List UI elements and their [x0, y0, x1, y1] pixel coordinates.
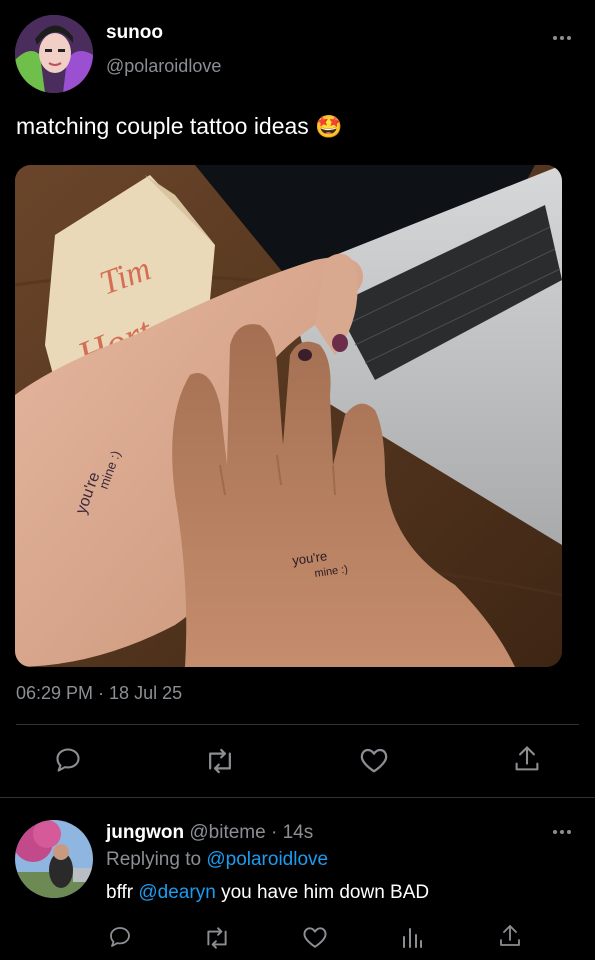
retweet-icon[interactable]	[204, 747, 236, 775]
tweet-timestamp[interactable]: 06:29 PM · 18 Jul 25	[16, 683, 182, 704]
share-icon[interactable]	[498, 923, 522, 949]
tweet-image[interactable]: Tim Hort you're mine :) you're mine :)	[15, 165, 562, 667]
retweet-icon[interactable]	[203, 926, 231, 950]
heart-icon[interactable]	[359, 746, 389, 774]
more-dots-icon[interactable]	[552, 828, 572, 836]
reply-age: · 14s	[270, 822, 314, 843]
replying-to-prefix: Replying to	[106, 849, 202, 870]
reply-avatar-photo	[15, 820, 93, 898]
photo-hands-tattoo: Tim Hort you're mine :) you're mine :)	[15, 165, 562, 667]
author-name[interactable]: sunoo	[106, 22, 163, 44]
heart-icon[interactable]	[302, 925, 328, 949]
reply-bubble-icon[interactable]	[54, 746, 82, 774]
reply-author-handle[interactable]: @biteme	[189, 822, 265, 843]
replying-to-handle[interactable]: @polaroidlove	[206, 849, 328, 870]
reply-author-name[interactable]: jungwon	[106, 822, 184, 843]
views-bars-icon[interactable]	[401, 925, 423, 949]
avatar-photo	[15, 15, 93, 93]
author-avatar[interactable]	[15, 15, 93, 93]
divider	[0, 797, 595, 798]
reply-header: jungwon @biteme · 14s	[106, 822, 313, 844]
divider	[16, 724, 579, 725]
reply-avatar[interactable]	[15, 820, 93, 898]
tweet-body: matching couple tattoo ideas	[16, 113, 309, 139]
replying-to-line: Replying to @polaroidlove	[106, 849, 328, 871]
star-struck-emoji: 🤩	[315, 114, 343, 139]
more-dots-icon[interactable]	[552, 34, 572, 42]
reply-text-start: bffr	[106, 882, 134, 903]
reply-mention[interactable]: @dearyn	[138, 882, 215, 903]
reply-bubble-icon[interactable]	[108, 925, 132, 949]
share-icon[interactable]	[513, 744, 541, 774]
author-handle[interactable]: @polaroidlove	[106, 56, 221, 77]
reply-text-end: you have him down BAD	[221, 882, 430, 903]
reply-text: bffr @dearyn you have him down BAD	[106, 882, 429, 904]
tweet-text: matching couple tattoo ideas 🤩	[16, 113, 343, 140]
